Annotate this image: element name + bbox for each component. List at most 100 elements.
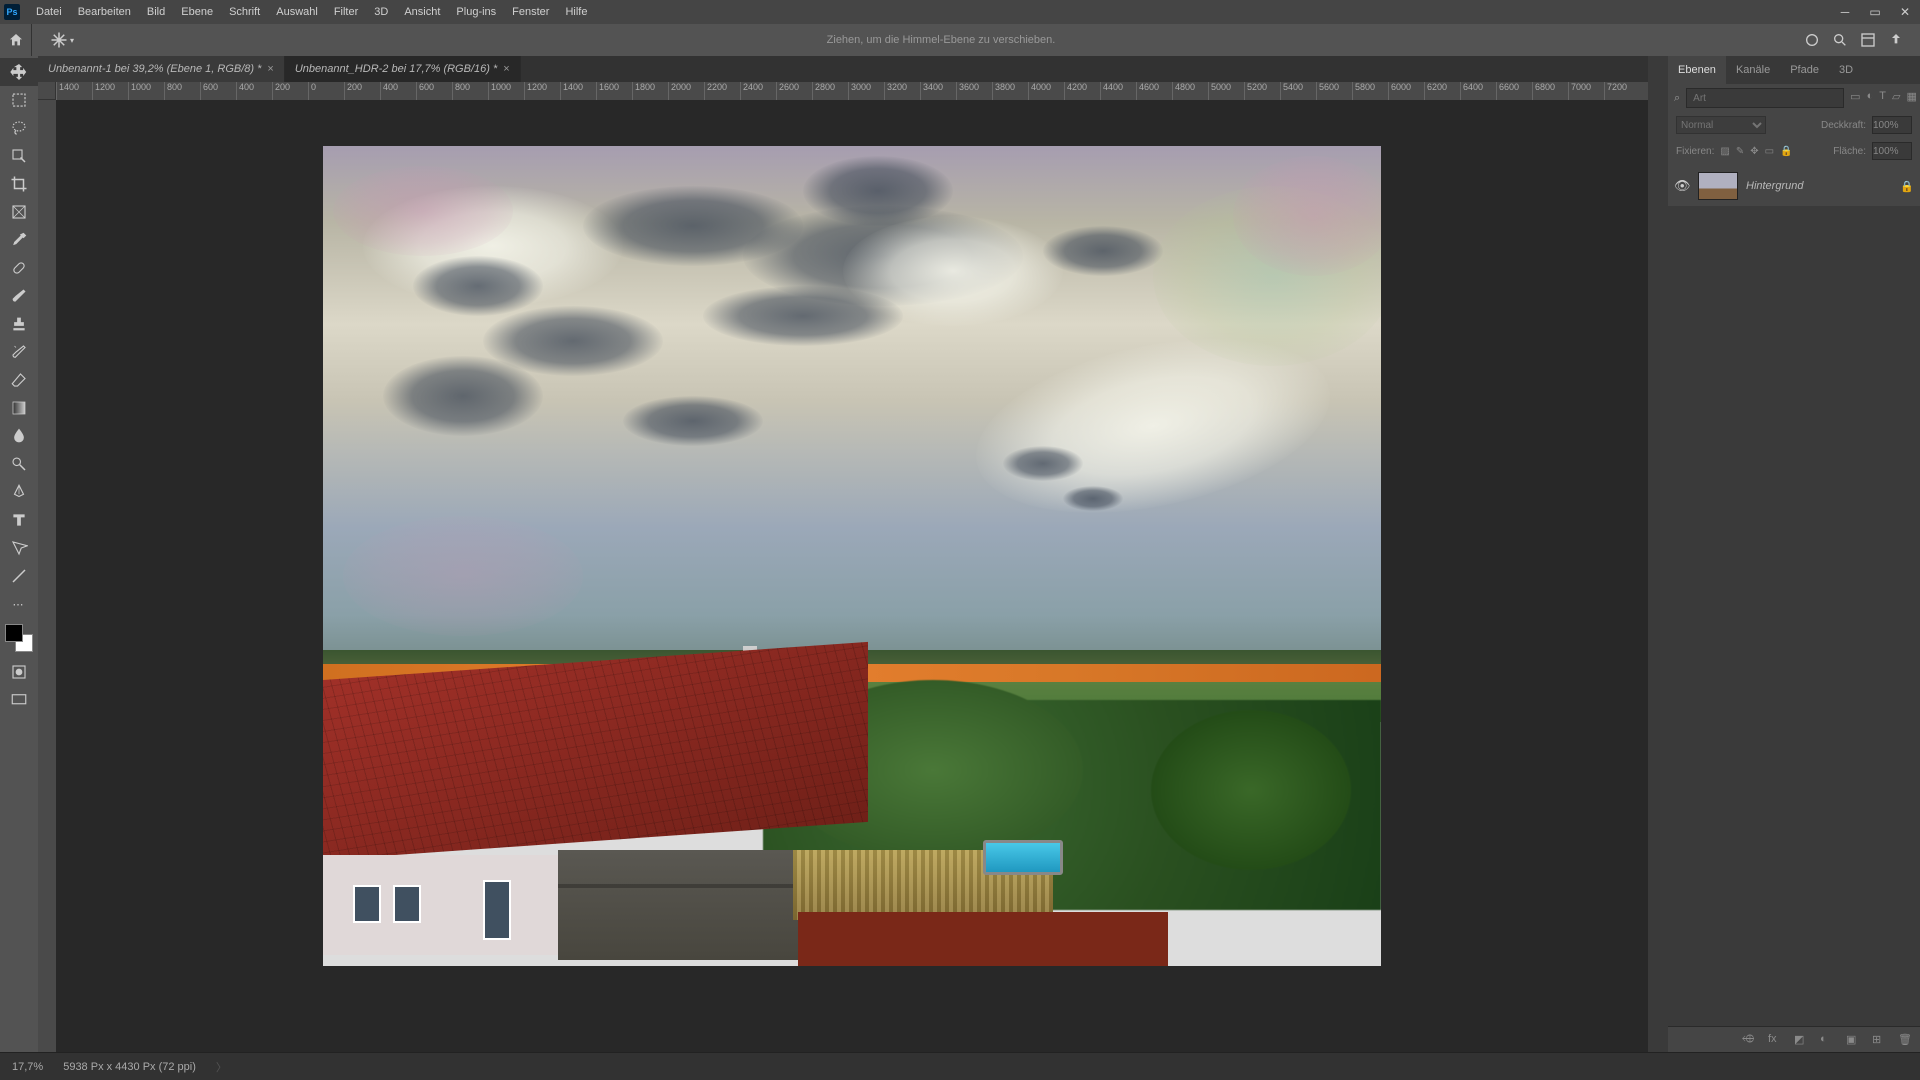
window-close[interactable]: ✕ xyxy=(1890,0,1920,24)
menu-image[interactable]: Bild xyxy=(139,0,173,24)
document-tabs: Unbenannt-1 bei 39,2% (Ebene 1, RGB/8) *… xyxy=(38,56,1920,82)
eraser-tool[interactable] xyxy=(0,366,38,394)
magic-wand-tool[interactable] xyxy=(0,142,38,170)
pen-tool[interactable] xyxy=(0,478,38,506)
blur-tool[interactable] xyxy=(0,422,38,450)
chevron-right-icon[interactable]: 〉 xyxy=(216,1059,227,1075)
visibility-icon[interactable]: 👁 xyxy=(1674,178,1690,194)
lasso-tool[interactable] xyxy=(0,114,38,142)
close-icon[interactable]: × xyxy=(503,63,509,75)
ruler-tick: 3200 xyxy=(884,82,920,100)
link-icon[interactable]: ⬲ xyxy=(1742,1033,1756,1047)
search-icon[interactable] xyxy=(1832,32,1848,48)
dodge-tool[interactable] xyxy=(0,450,38,478)
menu-help[interactable]: Hilfe xyxy=(557,0,595,24)
layer-row[interactable]: 👁 Hintergrund 🔒 xyxy=(1668,166,1920,206)
new-layer-icon[interactable]: ⊞ xyxy=(1872,1033,1886,1047)
healing-tool[interactable] xyxy=(0,254,38,282)
ruler-tick: 1000 xyxy=(128,82,164,100)
workspace-icon[interactable] xyxy=(1860,32,1876,48)
history-brush-tool[interactable] xyxy=(0,338,38,366)
lock-artboard-icon[interactable]: ▭ xyxy=(1765,146,1774,157)
zoom-level[interactable]: 17,7% xyxy=(12,1061,43,1073)
tab-3d[interactable]: 3D xyxy=(1829,56,1863,84)
filter-image-icon[interactable]: ▭ xyxy=(1850,90,1860,106)
layer-name[interactable]: Hintergrund xyxy=(1746,180,1892,192)
fx-icon[interactable]: fx xyxy=(1768,1033,1782,1047)
tab-channels[interactable]: Kanäle xyxy=(1726,56,1780,84)
lock-paint-icon[interactable]: ✎ xyxy=(1736,146,1744,157)
stamp-tool[interactable] xyxy=(0,310,38,338)
move-tool[interactable] xyxy=(0,58,38,86)
ruler-tick: 1000 xyxy=(488,82,524,100)
window-maximize[interactable]: ▭ xyxy=(1860,0,1890,24)
tab-paths[interactable]: Pfade xyxy=(1780,56,1829,84)
frame-tool[interactable] xyxy=(0,198,38,226)
menu-view[interactable]: Ansicht xyxy=(396,0,448,24)
ruler-tick: 2400 xyxy=(740,82,776,100)
foreground-color[interactable] xyxy=(5,624,23,642)
menu-window[interactable]: Fenster xyxy=(504,0,557,24)
mask-icon[interactable]: ◩ xyxy=(1794,1033,1808,1047)
group-icon[interactable]: ▣ xyxy=(1846,1033,1860,1047)
active-tool-icon[interactable]: ▾ xyxy=(46,31,78,49)
menu-3d[interactable]: 3D xyxy=(366,0,396,24)
filter-smart-icon[interactable]: ▦ xyxy=(1906,90,1916,106)
status-bar: 17,7% 5938 Px x 4430 Px (72 ppi) 〉 xyxy=(0,1052,1920,1080)
filter-shape-icon[interactable]: ▱ xyxy=(1892,90,1900,106)
layer-thumbnail[interactable] xyxy=(1698,172,1738,200)
document-tab-1[interactable]: Unbenannt-1 bei 39,2% (Ebene 1, RGB/8) *… xyxy=(38,56,285,82)
menu-edit[interactable]: Bearbeiten xyxy=(70,0,139,24)
panel-tabs: Ebenen Kanäle Pfade 3D xyxy=(1668,56,1920,84)
screen-mode[interactable] xyxy=(0,686,38,714)
lock-icon[interactable]: 🔒 xyxy=(1900,180,1914,193)
fill-label: Fläche: xyxy=(1833,146,1866,157)
shape-tool[interactable] xyxy=(0,562,38,590)
ruler-tick: 1200 xyxy=(92,82,128,100)
menu-plugins[interactable]: Plug-ins xyxy=(448,0,504,24)
panel-dock[interactable] xyxy=(1648,56,1668,1052)
window-minimize[interactable]: ─ xyxy=(1830,0,1860,24)
menu-layer[interactable]: Ebene xyxy=(173,0,221,24)
path-tool[interactable] xyxy=(0,534,38,562)
document-tab-2[interactable]: Unbenannt_HDR-2 bei 17,7% (RGB/16) *× xyxy=(285,56,521,82)
crop-tool[interactable] xyxy=(0,170,38,198)
brush-tool[interactable] xyxy=(0,282,38,310)
document-dimensions[interactable]: 5938 Px x 4430 Px (72 ppi) xyxy=(63,1061,196,1073)
close-icon[interactable]: × xyxy=(267,63,273,75)
layer-filter-input[interactable] xyxy=(1686,88,1844,108)
filter-adjust-icon[interactable]: ◐ xyxy=(1867,90,1874,106)
fill-input[interactable] xyxy=(1872,142,1912,160)
tab-layers[interactable]: Ebenen xyxy=(1668,56,1726,84)
color-swatches[interactable] xyxy=(5,624,33,652)
ruler-tick: 1200 xyxy=(524,82,560,100)
share-icon[interactable] xyxy=(1888,32,1904,48)
filter-type-icon[interactable]: T xyxy=(1879,90,1886,106)
menu-select[interactable]: Auswahl xyxy=(268,0,326,24)
lock-all-icon[interactable]: 🔒 xyxy=(1780,146,1792,157)
lock-move-icon[interactable]: ✥ xyxy=(1750,146,1758,157)
menu-file[interactable]: Datei xyxy=(28,0,70,24)
eyedropper-tool[interactable] xyxy=(0,226,38,254)
cloud-icon[interactable] xyxy=(1804,32,1820,48)
ruler-tick: 4600 xyxy=(1136,82,1172,100)
quick-mask[interactable] xyxy=(0,658,38,686)
more-tools[interactable]: ⋯ xyxy=(0,590,38,618)
adjustment-icon[interactable]: ◐ xyxy=(1820,1033,1834,1047)
options-hint: Ziehen, um die Himmel-Ebene zu verschieb… xyxy=(78,34,1804,46)
menu-filter[interactable]: Filter xyxy=(326,0,366,24)
home-icon[interactable] xyxy=(0,24,32,56)
gradient-tool[interactable] xyxy=(0,394,38,422)
ruler-vertical[interactable] xyxy=(38,100,56,1052)
lock-pixels-icon[interactable]: ▨ xyxy=(1720,146,1729,157)
document-canvas[interactable] xyxy=(323,146,1381,966)
blend-mode-select[interactable]: Normal xyxy=(1676,116,1766,134)
marquee-tool[interactable] xyxy=(0,86,38,114)
ruler-tick: 6400 xyxy=(1460,82,1496,100)
type-tool[interactable] xyxy=(0,506,38,534)
opacity-input[interactable] xyxy=(1872,116,1912,134)
ruler-horizontal[interactable]: 1400120010008006004002000200400600800100… xyxy=(56,82,1648,100)
ruler-origin[interactable] xyxy=(38,82,56,100)
menu-type[interactable]: Schrift xyxy=(221,0,268,24)
trash-icon[interactable]: 🗑 xyxy=(1898,1033,1912,1047)
